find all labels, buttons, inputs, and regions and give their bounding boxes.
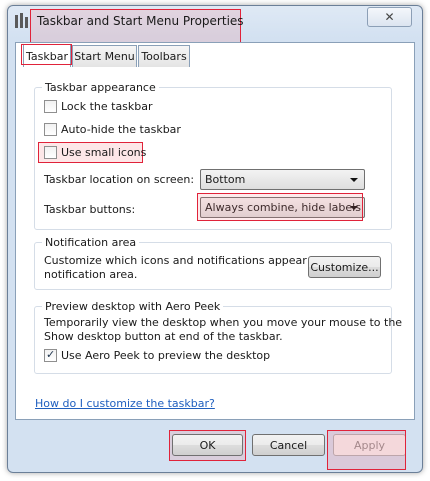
notification-description-line1: Customize which icons and notifications … — [44, 254, 342, 267]
chevron-down-icon — [350, 178, 358, 182]
cancel-label: Cancel — [269, 438, 308, 452]
taskbar-location-select[interactable]: Bottom — [200, 169, 365, 190]
ok-button[interactable]: OK — [172, 434, 243, 456]
notification-description-line2: notification area. — [44, 268, 138, 281]
aero-peek-description-line2: Show desktop button at end of the taskba… — [44, 330, 283, 343]
autohide-taskbar-label: Auto-hide the taskbar — [61, 123, 181, 136]
tab-taskbar-highlight — [21, 44, 72, 65]
customize-button-label: Customize... — [310, 260, 379, 274]
taskbar-location-label: Taskbar location on screen: — [44, 173, 195, 186]
taskbar-app-icon — [15, 13, 29, 29]
tab-start-menu[interactable]: Start Menu — [72, 45, 137, 67]
taskbar-buttons-highlight — [197, 193, 363, 221]
autohide-taskbar-checkbox[interactable] — [44, 123, 57, 136]
ok-label: OK — [199, 438, 216, 452]
cancel-button[interactable]: Cancel — [252, 434, 325, 456]
aero-peek-description-line1: Temporarily view the desktop when you mo… — [44, 316, 403, 329]
tab-label: Start Menu — [74, 50, 135, 63]
taskbar-buttons-label: Taskbar buttons: — [44, 203, 136, 216]
notification-area-legend: Notification area — [42, 236, 140, 249]
lock-taskbar-checkbox[interactable] — [44, 100, 57, 113]
tab-toolbars[interactable]: Toolbars — [138, 45, 190, 67]
lock-taskbar-label: Lock the taskbar — [61, 100, 153, 113]
aero-peek-label: Use Aero Peek to preview the desktop — [61, 349, 271, 362]
help-link[interactable]: How do I customize the taskbar? — [35, 397, 215, 410]
aero-peek-legend: Preview desktop with Aero Peek — [42, 300, 224, 313]
apply-highlight — [327, 430, 406, 470]
tab-label: Toolbars — [141, 50, 187, 63]
close-button[interactable]: ✕ — [367, 7, 412, 27]
taskbar-appearance-legend: Taskbar appearance — [42, 81, 159, 94]
aero-peek-checkbox[interactable] — [44, 348, 57, 362]
window-title: Taskbar and Start Menu Properties — [37, 14, 244, 28]
small-icons-checkbox[interactable] — [44, 146, 57, 159]
taskbar-location-value: Bottom — [205, 173, 246, 186]
customize-button[interactable]: Customize... — [308, 256, 381, 278]
close-icon: ✕ — [384, 10, 395, 24]
small-icons-label: Use small icons — [61, 146, 147, 159]
